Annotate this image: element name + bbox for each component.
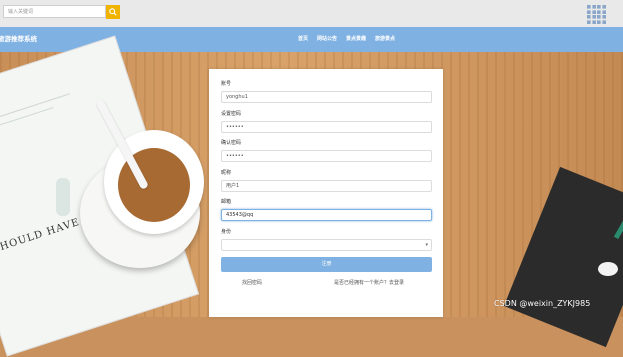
identity-select[interactable]: ▾ — [221, 239, 432, 251]
identity-label: 身份 — [221, 229, 232, 235]
password-input[interactable]: •••••• — [221, 121, 432, 133]
nickname-input[interactable]: 用户1 — [221, 180, 432, 192]
nav-item-tourist-spots[interactable]: 旅游景点 — [375, 35, 395, 42]
email-label: 邮箱 — [221, 199, 232, 205]
top-bar: 输入关键词 — [0, 0, 623, 28]
menu-icon[interactable] — [597, 5, 606, 14]
background-mouse — [598, 262, 618, 276]
watermark-text: CSDN @weixin_ZYKJ985 — [494, 299, 591, 308]
chevron-down-icon: ▾ — [425, 242, 428, 248]
login-link[interactable]: 是否已经拥有一个账户？去登录 — [334, 279, 404, 286]
apps-icon[interactable] — [587, 15, 596, 24]
main-nav: 首页 网站公告 景点景趣 旅游景点 — [298, 35, 395, 42]
confirm-password-input[interactable]: •••••• — [221, 150, 432, 162]
list-icon[interactable] — [597, 15, 606, 24]
register-button[interactable]: 注册 — [221, 257, 432, 272]
register-form: 账号 yonghu1 设置密码 •••••• 确认密码 •••••• 昵称 用户… — [209, 69, 443, 317]
nav-item-attractions-info[interactable]: 景点景趣 — [346, 35, 366, 42]
search-icon — [109, 8, 117, 16]
background-vase — [56, 178, 70, 216]
nickname-label: 昵称 — [221, 170, 232, 176]
forgot-password-link[interactable]: 找回密码 — [242, 279, 262, 286]
site-title[interactable]: 旅游推荐系统 — [0, 33, 37, 43]
password-label: 设置密码 — [221, 111, 242, 117]
nav-item-announcements[interactable]: 网站公告 — [317, 35, 337, 42]
email-input[interactable]: 43543@qq — [221, 209, 432, 221]
nav-item-home[interactable]: 首页 — [298, 35, 308, 42]
search-input[interactable]: 输入关键词 — [3, 5, 106, 18]
account-label: 账号 — [221, 81, 232, 87]
search-button[interactable] — [106, 5, 120, 19]
confirm-password-label: 确认密码 — [221, 140, 242, 146]
grid-icon[interactable] — [587, 5, 596, 14]
search-bar: 输入关键词 — [3, 5, 120, 19]
account-input[interactable]: yonghu1 — [221, 91, 432, 103]
